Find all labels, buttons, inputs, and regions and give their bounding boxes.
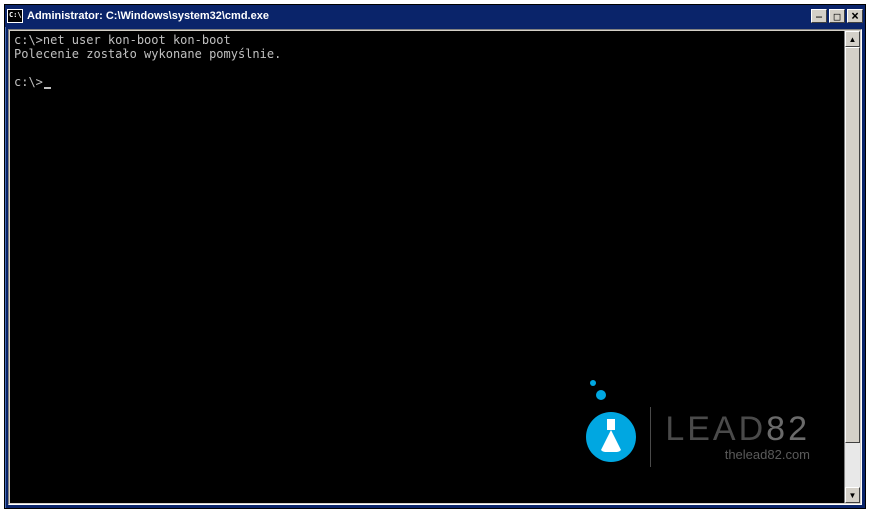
maximize-button[interactable] xyxy=(829,9,845,23)
cursor xyxy=(44,87,51,89)
watermark-logo: LEAD82 thelead82.com xyxy=(586,407,810,467)
command-text: net user kon-boot kon-boot xyxy=(43,33,231,47)
watermark-text: LEAD82 thelead82.com xyxy=(665,412,810,462)
close-button[interactable] xyxy=(847,9,863,23)
window-client-area: c:\>net user kon-boot kon-boot Polecenie… xyxy=(8,29,862,505)
cmd-icon xyxy=(7,9,23,23)
vertical-scrollbar[interactable] xyxy=(844,31,860,503)
console-output[interactable]: c:\>net user kon-boot kon-boot Polecenie… xyxy=(10,31,844,503)
minimize-button[interactable] xyxy=(811,9,827,23)
brand-name: LEAD82 xyxy=(665,412,810,446)
titlebar[interactable]: Administrator: C:\Windows\system32\cmd.e… xyxy=(5,5,865,27)
scroll-down-button[interactable] xyxy=(845,487,860,503)
console-wrap: c:\>net user kon-boot kon-boot Polecenie… xyxy=(10,31,860,503)
flask-icon xyxy=(586,412,636,462)
brand-url: thelead82.com xyxy=(665,448,810,462)
watermark-divider xyxy=(650,407,651,467)
prompt: c:\> xyxy=(14,75,43,89)
cmd-window: Administrator: C:\Windows\system32\cmd.e… xyxy=(4,4,866,509)
scroll-up-button[interactable] xyxy=(845,31,860,47)
scroll-thumb[interactable] xyxy=(845,47,860,443)
window-title: Administrator: C:\Windows\system32\cmd.e… xyxy=(27,10,811,22)
scroll-track[interactable] xyxy=(845,47,860,487)
prompt: c:\> xyxy=(14,33,43,47)
output-line: Polecenie zostało wykonane pomyślnie. xyxy=(14,47,281,61)
window-controls xyxy=(811,9,863,23)
